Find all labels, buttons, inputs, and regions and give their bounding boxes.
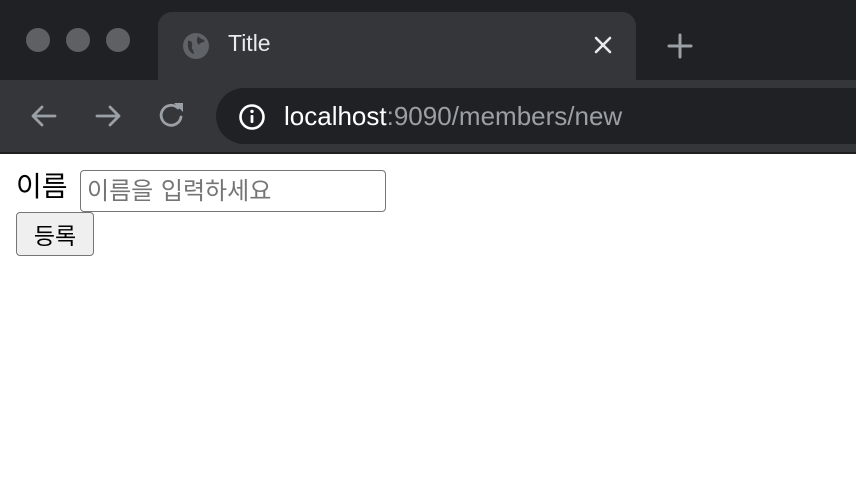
browser-toolbar: localhost:9090/members/new — [0, 80, 856, 154]
tab-title: Title — [228, 30, 271, 56]
page-content: 이름 등록 — [0, 154, 856, 496]
submit-button[interactable]: 등록 — [16, 212, 94, 256]
name-input[interactable] — [80, 170, 386, 212]
tab-strip: Title — [0, 0, 856, 80]
reload-icon[interactable] — [156, 100, 188, 132]
info-icon[interactable] — [238, 103, 266, 131]
url-text[interactable]: localhost:9090/members/new — [284, 101, 622, 132]
window-close-button[interactable] — [26, 28, 50, 52]
plus-icon[interactable] — [666, 32, 694, 60]
close-icon[interactable] — [592, 34, 614, 56]
window-minimize-button[interactable] — [66, 28, 90, 52]
address-bar[interactable]: localhost:9090/members/new — [216, 88, 856, 144]
name-label: 이름 — [16, 170, 68, 203]
browser-chrome: Title localhost:9090/members/new — [0, 0, 856, 154]
url-path: :9090/members/new — [386, 101, 623, 131]
url-host: localhost — [284, 101, 387, 131]
window-zoom-button[interactable] — [106, 28, 130, 52]
arrow-right-icon[interactable] — [92, 100, 124, 132]
arrow-left-icon[interactable] — [28, 100, 60, 132]
tab-active[interactable]: Title — [158, 12, 636, 80]
globe-icon — [183, 33, 209, 59]
